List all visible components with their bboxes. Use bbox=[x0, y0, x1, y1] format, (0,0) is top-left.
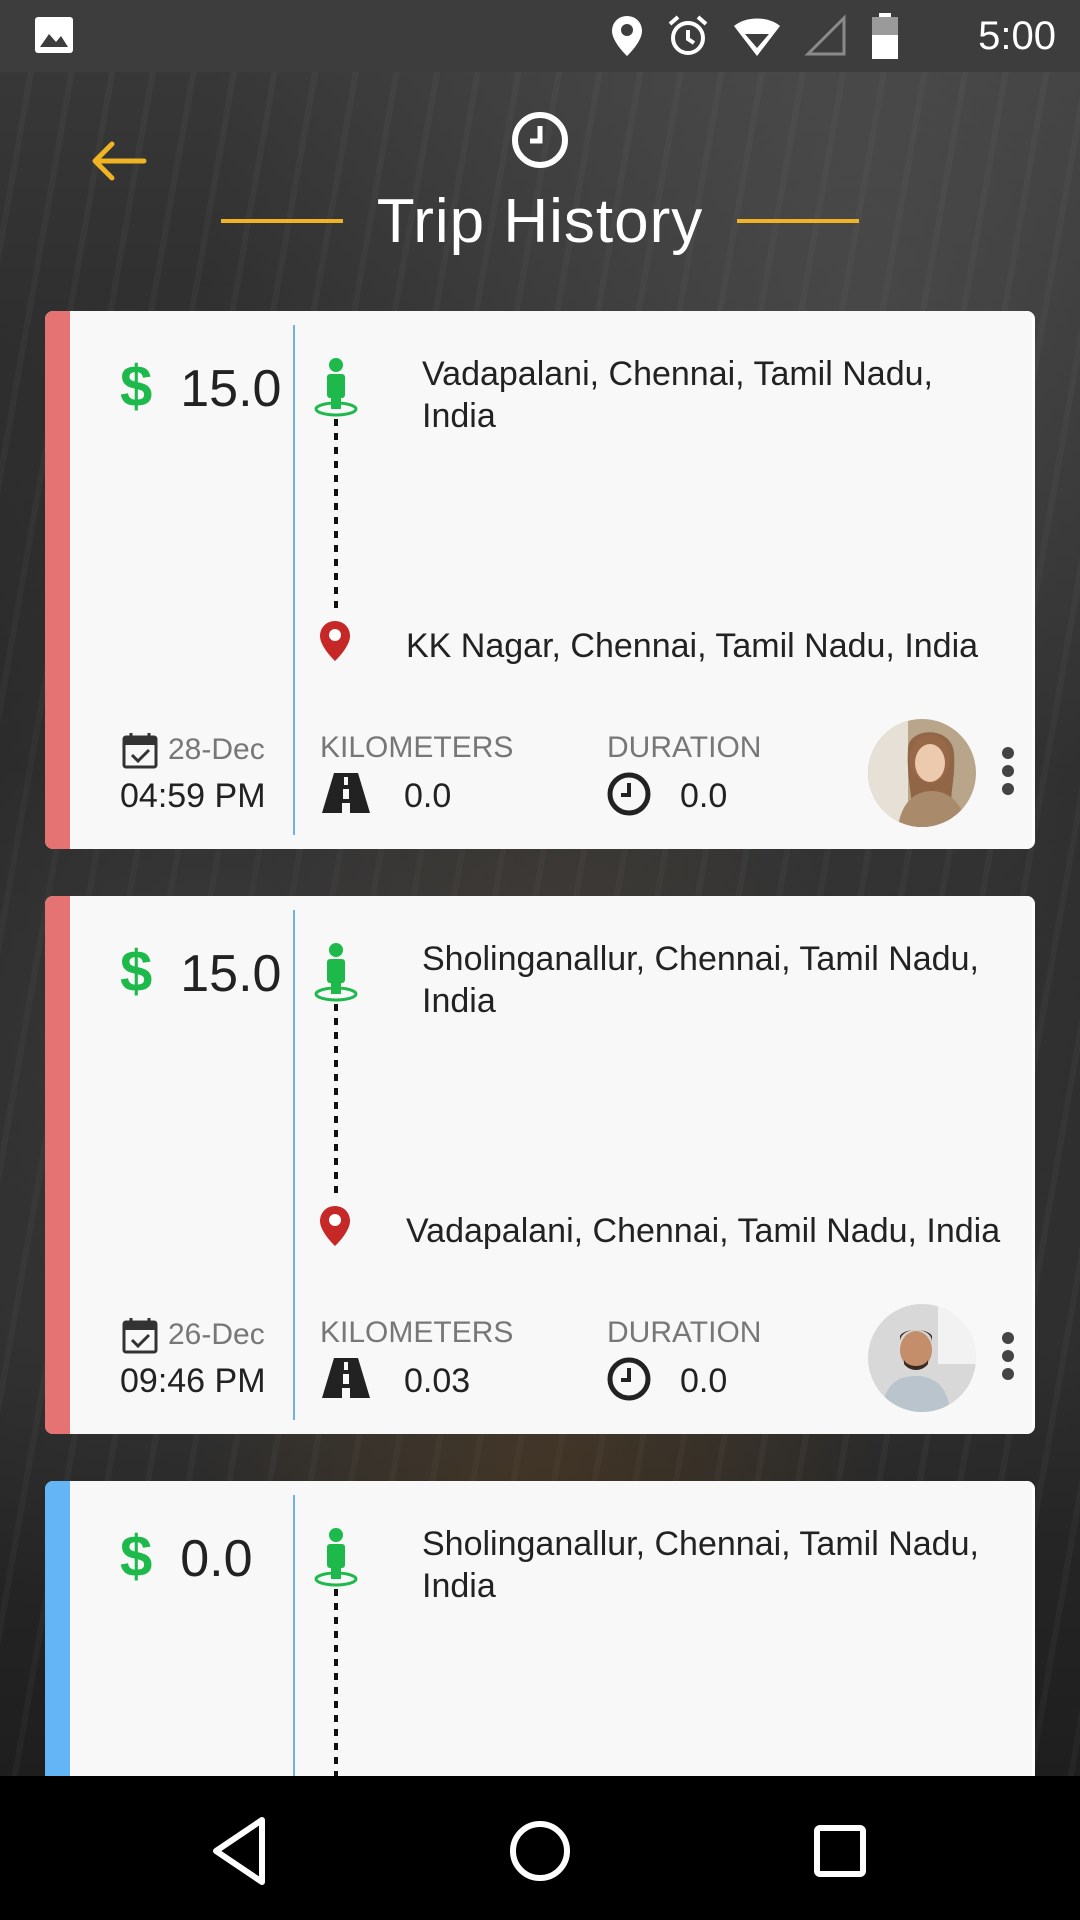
status-bar: 5:00 bbox=[0, 0, 1080, 72]
back-nav-icon[interactable] bbox=[196, 1806, 286, 1896]
kilometers-value: 0.03 bbox=[404, 1362, 471, 1400]
dot bbox=[1002, 765, 1014, 777]
fare-amount: 0.0 bbox=[180, 1530, 253, 1588]
duration-value: 0.0 bbox=[680, 777, 728, 815]
trip-fare: $ 15.0 bbox=[120, 353, 281, 420]
duration-value: 0.0 bbox=[680, 1362, 728, 1400]
dollar-icon: $ bbox=[120, 939, 153, 1004]
driver-avatar[interactable] bbox=[868, 719, 976, 827]
page-header: Trip History bbox=[0, 186, 1080, 256]
route-dotted-line bbox=[334, 419, 338, 609]
dot bbox=[1002, 1332, 1014, 1344]
pickup-person-icon bbox=[314, 943, 358, 1002]
kilometers-value: 0.0 bbox=[404, 777, 452, 815]
dot bbox=[1002, 783, 1014, 795]
trip-card-body: $ 15.0 Vadapalani, Chennai, Tamil Nadu, … bbox=[70, 311, 1032, 849]
trip-time: 09:46 PM bbox=[120, 1362, 266, 1400]
dot bbox=[1002, 1350, 1014, 1362]
page-title: Trip History bbox=[376, 186, 704, 256]
dot bbox=[1002, 747, 1014, 759]
title-line-left bbox=[220, 219, 343, 223]
dot bbox=[1002, 1368, 1014, 1380]
duration-label: DURATION bbox=[607, 1316, 762, 1349]
dollar-icon: $ bbox=[120, 1524, 153, 1589]
drop-address: Vadapalani, Chennai, Tamil Nadu, India bbox=[406, 1212, 1001, 1250]
kilometers-label: KILOMETERS bbox=[320, 731, 514, 764]
duration-label: DURATION bbox=[607, 731, 762, 764]
driver-avatar[interactable] bbox=[868, 1304, 976, 1412]
route-dotted-line bbox=[334, 1004, 338, 1194]
trip-fare: $ 0.0 bbox=[120, 1523, 253, 1590]
trip-date: 28-Dec bbox=[122, 731, 265, 769]
status-time: 5:00 bbox=[978, 14, 1056, 58]
signal-icon bbox=[804, 14, 846, 56]
fare-amount: 15.0 bbox=[180, 945, 282, 1003]
road-icon bbox=[322, 1358, 370, 1398]
fare-amount: 15.0 bbox=[180, 360, 282, 418]
clock-icon bbox=[607, 1357, 651, 1401]
wifi-icon bbox=[734, 18, 780, 56]
trip-card-body: $ 15.0 Sholinganallur, Chennai, Tamil Na… bbox=[70, 896, 1032, 1434]
road-icon bbox=[322, 773, 370, 813]
more-options-button[interactable] bbox=[994, 741, 1022, 801]
drop-pin-icon bbox=[320, 621, 350, 661]
location-icon bbox=[612, 16, 642, 56]
trip-date-text: 26-Dec bbox=[168, 1318, 265, 1351]
image-icon bbox=[35, 17, 73, 53]
card-divider bbox=[293, 325, 295, 835]
title-line-right bbox=[737, 219, 860, 223]
pickup-address: Vadapalani, Chennai, Tamil Nadu, India bbox=[422, 355, 933, 435]
home-nav-icon[interactable] bbox=[495, 1806, 585, 1896]
more-options-button[interactable] bbox=[994, 1326, 1022, 1386]
alarm-icon bbox=[668, 15, 708, 55]
calendar-icon bbox=[122, 733, 158, 769]
trip-fare: $ 15.0 bbox=[120, 938, 281, 1005]
clock-icon bbox=[607, 772, 651, 816]
back-arrow-icon[interactable] bbox=[88, 136, 148, 186]
pickup-address: Sholinganallur, Chennai, Tamil Nadu, Ind… bbox=[422, 1525, 979, 1605]
calendar-icon bbox=[122, 1318, 158, 1354]
battery-icon bbox=[872, 13, 898, 59]
recents-nav-icon[interactable] bbox=[795, 1806, 885, 1896]
trip-date: 26-Dec bbox=[122, 1316, 265, 1354]
dollar-icon: $ bbox=[120, 354, 153, 419]
pickup-person-icon bbox=[314, 358, 358, 417]
trip-time: 04:59 PM bbox=[120, 777, 266, 815]
pickup-address: Sholinganallur, Chennai, Tamil Nadu, Ind… bbox=[422, 940, 979, 1020]
card-divider bbox=[293, 910, 295, 1420]
pickup-person-icon bbox=[314, 1528, 358, 1587]
drop-address: KK Nagar, Chennai, Tamil Nadu, India bbox=[406, 627, 979, 665]
kilometers-label: KILOMETERS bbox=[320, 1316, 514, 1349]
drop-pin-icon bbox=[320, 1206, 350, 1246]
clock-icon bbox=[512, 112, 568, 168]
trip-card[interactable]: $ 15.0 Sholinganallur, Chennai, Tamil Na… bbox=[45, 896, 1035, 1434]
system-nav-bar bbox=[0, 1776, 1080, 1920]
trip-date-text: 28-Dec bbox=[168, 733, 265, 766]
trip-status-stripe bbox=[45, 896, 70, 1434]
trip-card[interactable]: $ 15.0 Vadapalani, Chennai, Tamil Nadu, … bbox=[45, 311, 1035, 849]
route-dotted-line bbox=[334, 1589, 338, 1779]
trip-status-stripe bbox=[45, 311, 70, 849]
